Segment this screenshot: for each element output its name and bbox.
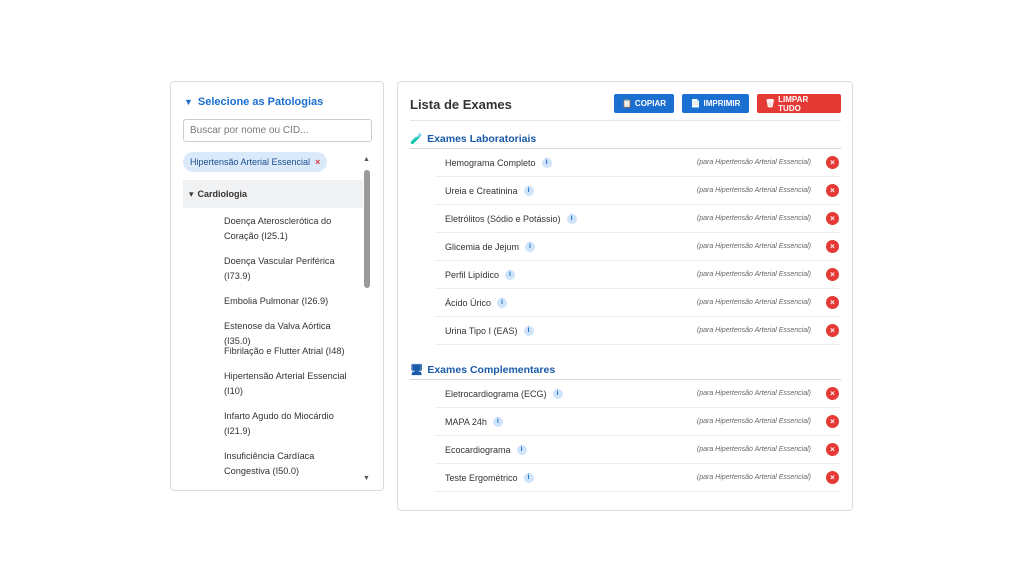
- chip-label: Hipertensão Arterial Essencial: [190, 157, 311, 167]
- scroll-thumb[interactable]: [364, 170, 370, 288]
- exam-name: Ecocardiograma: [445, 444, 511, 455]
- exam-pathology-ref: (para Hipertensão Arterial Essencial): [696, 418, 811, 425]
- info-icon[interactable]: i: [541, 157, 552, 168]
- exam-name: Urina Tipo I (EAS): [445, 325, 518, 336]
- exam-row: Perfil Lipídico i (para Hipertensão Arter…: [435, 261, 841, 289]
- remove-exam-icon[interactable]: ×: [826, 387, 839, 400]
- chip-remove-icon[interactable]: ×: [315, 157, 320, 167]
- info-icon[interactable]: i: [552, 388, 563, 399]
- header-divider: [410, 120, 841, 121]
- info-icon[interactable]: i: [516, 444, 527, 455]
- info-icon[interactable]: i: [497, 297, 508, 308]
- scroll-down-arrow-icon[interactable]: ▼: [362, 475, 371, 482]
- clear-all-button-label: LIMPAR TUDO: [778, 94, 809, 113]
- expand-triangle-icon: ▾: [189, 188, 194, 199]
- copy-button[interactable]: 📋 COPIAR: [614, 94, 674, 113]
- exam-pathology-ref: (para Hipertensão Arterial Essencial): [696, 159, 811, 166]
- exam-row: Ureia e Creatinina i (para Hipertensão Ar…: [435, 177, 841, 205]
- tree-scrollbar[interactable]: ▲ ▼: [362, 156, 371, 482]
- exam-name: Eletrocardiograma (ECG): [445, 388, 547, 399]
- tree-item[interactable]: Doença Vascular Periférica (I73.9): [183, 254, 363, 294]
- exam-pathology-ref: (para Hipertensão Arterial Essencial): [696, 215, 811, 222]
- exam-pathology-ref: (para Hipertensão Arterial Essencial): [696, 390, 811, 397]
- clear-all-button[interactable]: 🗑 LIMPAR TUDO: [757, 94, 841, 113]
- info-icon[interactable]: i: [523, 472, 534, 483]
- flask-icon: 🧪: [410, 133, 424, 145]
- tree-item[interactable]: Hipertensão Arterial Essencial (I10): [183, 369, 363, 409]
- info-icon[interactable]: i: [505, 269, 516, 280]
- exam-row: Ecocardiograma i (para Hipertensão Arteri…: [435, 436, 841, 464]
- comp-exam-list: Eletrocardiograma (ECG) i (para Hipertens…: [435, 380, 841, 492]
- search-input[interactable]: [183, 119, 372, 142]
- exam-list-panel: Lista de Exames 📋 COPIAR 📄 IMPRIMIR 🗑 LI…: [397, 81, 853, 511]
- monitor-icon: 🖥: [410, 364, 424, 376]
- remove-exam-icon[interactable]: ×: [826, 443, 839, 456]
- exam-name: Ureia e Creatinina: [445, 185, 518, 196]
- exam-pathology-ref: (para Hipertensão Arterial Essencial): [696, 299, 811, 306]
- comp-section-title: 🖥 Exames Complementares: [410, 363, 556, 377]
- tree-item[interactable]: Doença Aterosclerótica do Coração (I25.1…: [183, 214, 363, 254]
- exam-pathology-ref: (para Hipertensão Arterial Essencial): [696, 474, 811, 481]
- exam-row: Teste Ergométrico i (para Hipertensão Art…: [435, 464, 841, 492]
- exam-row: Eletrólitos (Sódio e Potássio) i (para Hi…: [435, 205, 841, 233]
- clipboard-icon: 📋: [621, 99, 632, 108]
- remove-exam-icon[interactable]: ×: [826, 212, 839, 225]
- info-icon[interactable]: i: [492, 416, 503, 427]
- tree-item[interactable]: Fibrilação e Flutter Atrial (I48): [183, 344, 363, 369]
- exam-name: Teste Ergométrico: [445, 472, 518, 483]
- lab-exam-list: Hemograma Completo i (para Hipertensão Ar…: [435, 149, 841, 345]
- exam-pathology-ref: (para Hipertensão Arterial Essencial): [696, 446, 811, 453]
- exam-pathology-ref: (para Hipertensão Arterial Essencial): [696, 243, 811, 250]
- exam-name: Glicemia de Jejum: [445, 241, 520, 252]
- pathology-panel: ▼ Selecione as Patologias Hipertensão Ar…: [170, 81, 384, 491]
- comp-section-label: Exames Complementares: [427, 363, 556, 376]
- remove-exam-icon[interactable]: ×: [826, 471, 839, 484]
- tree-item[interactable]: Insuficiência Cardíaca Congestiva (I50.0…: [183, 449, 363, 482]
- pathology-panel-title-text: Selecione as Patologias: [197, 96, 324, 108]
- exam-row: Urina Tipo I (EAS) i (para Hipertensão Ar…: [435, 317, 841, 345]
- print-button[interactable]: 📄 IMPRIMIR: [682, 94, 749, 113]
- remove-exam-icon[interactable]: ×: [826, 296, 839, 309]
- tree-item[interactable]: Infarto Agudo do Miocárdio (I21.9): [183, 409, 363, 449]
- exam-name: MAPA 24h: [445, 416, 487, 427]
- document-icon: 📄: [690, 99, 701, 108]
- group-label: Cardiologia: [197, 189, 248, 199]
- exam-name: Eletrólitos (Sódio e Potássio): [445, 213, 561, 224]
- pathology-tree: ▾ Cardiologia Doença Aterosclerótica do …: [183, 180, 363, 482]
- pathology-panel-title[interactable]: ▼ Selecione as Patologias: [184, 96, 323, 108]
- exam-name: Ácido Úrico: [445, 297, 492, 308]
- remove-exam-icon[interactable]: ×: [826, 184, 839, 197]
- exam-list-title: Lista de Exames: [410, 97, 512, 112]
- info-icon[interactable]: i: [523, 185, 534, 196]
- exam-row: MAPA 24h i (para Hipertensão Arterial Ess…: [435, 408, 841, 436]
- selected-pathology-chip: Hipertensão Arterial Essencial ×: [183, 152, 328, 172]
- exam-row: Hemograma Completo i (para Hipertensão Ar…: [435, 149, 841, 177]
- exam-name: Perfil Lipídico: [445, 269, 500, 280]
- lab-section-title: 🧪 Exames Laboratoriais: [410, 132, 537, 146]
- trash-icon: 🗑: [765, 99, 776, 108]
- remove-exam-icon[interactable]: ×: [826, 324, 839, 337]
- remove-exam-icon[interactable]: ×: [826, 268, 839, 281]
- exam-pathology-ref: (para Hipertensão Arterial Essencial): [696, 187, 811, 194]
- lab-section-label: Exames Laboratoriais: [427, 132, 537, 145]
- copy-button-label: COPIAR: [634, 99, 667, 108]
- tree-item[interactable]: Embolia Pulmonar (I26.9): [183, 294, 363, 319]
- scroll-up-arrow-icon[interactable]: ▲: [362, 156, 371, 163]
- exam-pathology-ref: (para Hipertensão Arterial Essencial): [696, 327, 811, 334]
- exam-row: Glicemia de Jejum i (para Hipertensão Art…: [435, 233, 841, 261]
- exam-row: Ácido Úrico i (para Hipertensão Arterial …: [435, 289, 841, 317]
- print-button-label: IMPRIMIR: [703, 99, 741, 108]
- remove-exam-icon[interactable]: ×: [826, 156, 839, 169]
- group-cardiologia[interactable]: ▾ Cardiologia: [183, 180, 363, 208]
- exam-name: Hemograma Completo: [445, 157, 536, 168]
- info-icon[interactable]: i: [566, 213, 577, 224]
- remove-exam-icon[interactable]: ×: [826, 415, 839, 428]
- info-icon[interactable]: i: [523, 325, 534, 336]
- info-icon[interactable]: i: [525, 241, 536, 252]
- tree-item[interactable]: Estenose da Valva Aórtica (I35.0): [183, 319, 363, 346]
- exam-pathology-ref: (para Hipertensão Arterial Essencial): [696, 271, 811, 278]
- collapse-triangle-icon: ▼: [184, 97, 193, 107]
- remove-exam-icon[interactable]: ×: [826, 240, 839, 253]
- exam-row: Eletrocardiograma (ECG) i (para Hipertens…: [435, 380, 841, 408]
